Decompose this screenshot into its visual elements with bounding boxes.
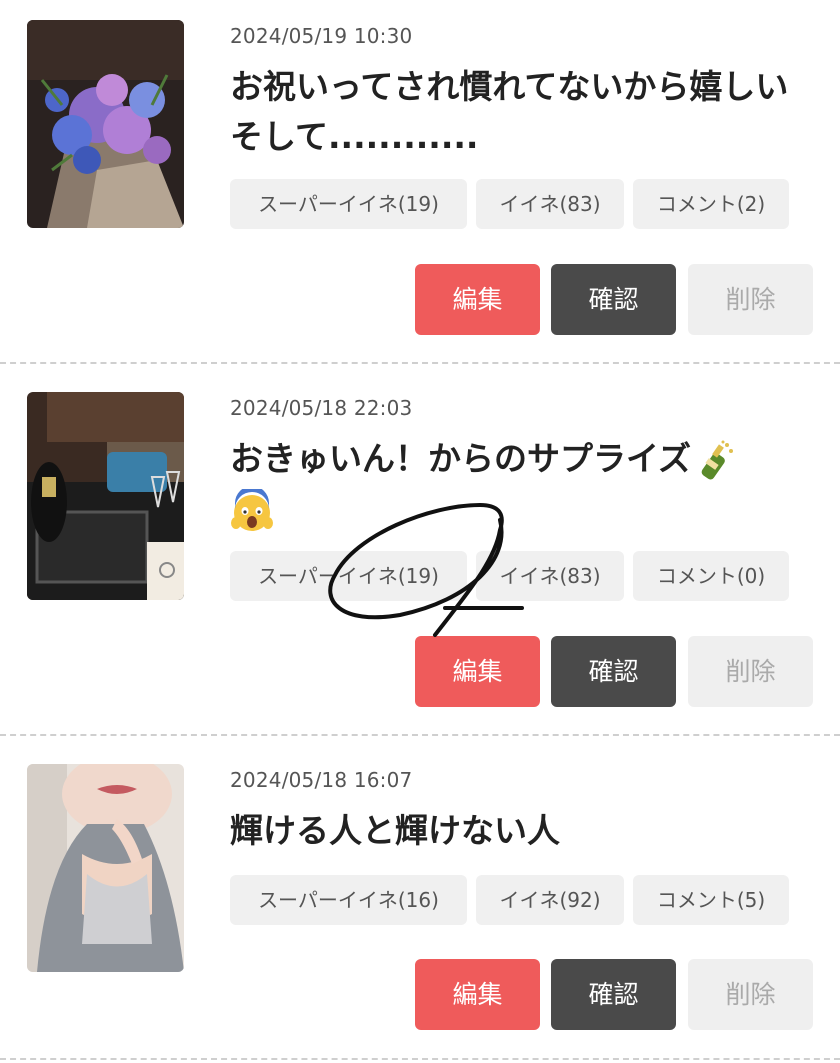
edit-button[interactable]: 編集 — [415, 264, 540, 335]
like-count: イイネ(83) — [476, 179, 624, 229]
post-title[interactable]: 輝ける人と輝けない人 — [230, 806, 810, 856]
comment-count: コメント(5) — [633, 875, 789, 925]
champagne-emoji — [691, 439, 735, 483]
edit-button[interactable]: 編集 — [415, 636, 540, 707]
super-like-count: スーパーイイネ(19) — [230, 179, 467, 229]
champagne-bar-photo — [27, 392, 184, 600]
portrait-photo — [27, 764, 184, 972]
like-count: イイネ(83) — [476, 551, 624, 601]
post-item: 2024/05/18 22:03 おきゅいん！からのサプライズ スーパーイイネ(… — [0, 372, 840, 744]
divider — [0, 1058, 840, 1060]
post-date: 2024/05/18 16:07 — [230, 768, 413, 792]
delete-button[interactable]: 削除 — [688, 636, 813, 707]
confirm-button[interactable]: 確認 — [551, 959, 676, 1030]
post-thumbnail-bouquet[interactable] — [27, 20, 184, 228]
post-title-text: おきゅいん！からのサプライズ — [230, 439, 692, 478]
post-item: 2024/05/19 10:30 お祝いってされ慣れてないから嬉しい そして..… — [0, 0, 840, 372]
post-title[interactable]: おきゅいん！からのサプライズ — [230, 434, 810, 534]
bouquet-photo — [27, 20, 184, 228]
post-date: 2024/05/19 10:30 — [230, 24, 413, 48]
divider — [0, 362, 840, 364]
super-like-count: スーパーイイネ(19) — [230, 551, 467, 601]
screaming-face-emoji — [230, 488, 274, 533]
comment-count: コメント(2) — [633, 179, 789, 229]
confirm-button[interactable]: 確認 — [551, 636, 676, 707]
divider — [0, 734, 840, 736]
post-thumbnail-champagne[interactable] — [27, 392, 184, 600]
delete-button[interactable]: 削除 — [688, 959, 813, 1030]
confirm-button[interactable]: 確認 — [551, 264, 676, 335]
post-item: 2024/05/18 16:07 輝ける人と輝けない人 スーパーイイネ(16) … — [0, 744, 840, 1063]
post-thumbnail-portrait[interactable] — [27, 764, 184, 972]
post-date: 2024/05/18 22:03 — [230, 396, 413, 420]
delete-button[interactable]: 削除 — [688, 264, 813, 335]
edit-button[interactable]: 編集 — [415, 959, 540, 1030]
post-title-text: お祝いってされ慣れてないから嬉しい そして............ — [230, 67, 789, 156]
post-title-text: 輝ける人と輝けない人 — [230, 811, 560, 850]
post-list: 2024/05/19 10:30 お祝いってされ慣れてないから嬉しい そして..… — [0, 0, 840, 1063]
post-title[interactable]: お祝いってされ慣れてないから嬉しい そして............ — [230, 62, 810, 162]
comment-count: コメント(0) — [633, 551, 789, 601]
like-count: イイネ(92) — [476, 875, 624, 925]
super-like-count: スーパーイイネ(16) — [230, 875, 467, 925]
